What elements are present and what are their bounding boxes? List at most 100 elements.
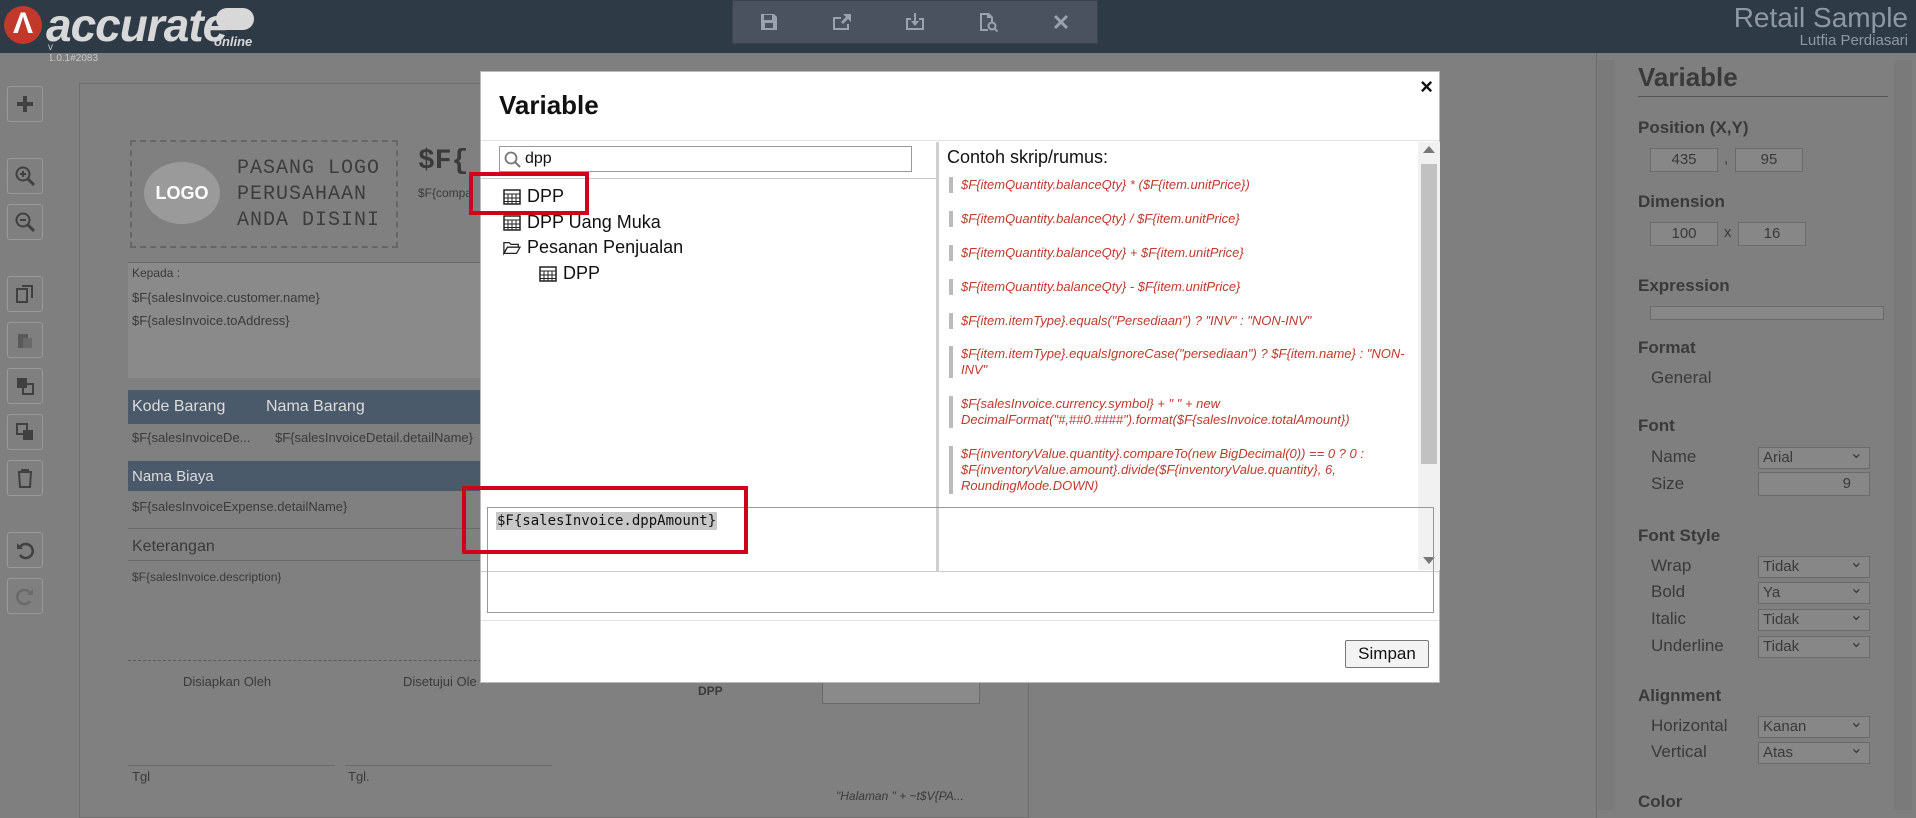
nama-biaya-label: Nama Biaya [132, 468, 214, 485]
example-item[interactable]: $F{itemQuantity.balanceQty} + $F{item.un… [949, 245, 1405, 261]
logo-mark-icon: Λ [4, 6, 42, 44]
customer-name-field[interactable]: $F{salesInvoice.customer.name} [132, 290, 320, 305]
expense-header-band: Nama Biaya [128, 461, 480, 491]
expression-label: Expression [1638, 276, 1730, 295]
horizontal-label: Horizontal [1651, 716, 1728, 735]
example-item[interactable]: $F{itemQuantity.balanceQty} - $F{item.un… [949, 279, 1405, 295]
add-element-button[interactable] [7, 86, 43, 122]
logo-placeholder[interactable]: LOGO PASANG LOGO PERUSAHAAN ANDA DISINI [130, 140, 398, 248]
dimension-height-input[interactable]: 16 [1738, 222, 1806, 246]
underline-label: Underline [1651, 636, 1724, 655]
calculator-icon [503, 214, 521, 231]
item-name-field[interactable]: $F{salesInvoiceDetail.detailName} [275, 430, 473, 445]
send-back-button[interactable] [7, 414, 43, 450]
panel-title: Variable [1638, 62, 1738, 92]
tree-item-pesanan-penjualan[interactable]: Pesanan Penjualan [503, 237, 683, 258]
expression-text[interactable]: $F{salesInvoice.dppAmount} [496, 512, 718, 530]
example-item[interactable]: $F{itemQuantity.balanceQty} * ($F{item.u… [949, 177, 1405, 193]
wrap-select[interactable]: Tidak [1758, 553, 1870, 578]
preview-icon[interactable] [974, 8, 1002, 36]
dimension-width-input[interactable]: 100 [1650, 222, 1718, 246]
version-label: v 1.0.1#2083 [48, 42, 99, 64]
sign-line-2 [345, 765, 552, 766]
panel-scrollbar-left[interactable] [1598, 60, 1614, 810]
example-item[interactable]: $F{item.itemType}.equalsIgnoreCase("pers… [949, 346, 1405, 378]
example-item[interactable]: $F{salesInvoice.currency.symbol} + " " +… [949, 396, 1405, 428]
variable-search[interactable] [499, 146, 912, 172]
position-separator: , [1724, 150, 1729, 167]
description-field[interactable]: $F{salesInvoice.description} [132, 570, 281, 584]
examples-scrollbar[interactable] [1418, 142, 1440, 570]
company-field[interactable]: $F{ [418, 146, 468, 177]
font-name-select[interactable]: Arial [1758, 444, 1870, 469]
dpp-value-field[interactable] [822, 680, 980, 704]
scroll-up-icon[interactable] [1423, 146, 1435, 153]
company-sub-field[interactable]: $F{compa [418, 186, 472, 200]
calculator-icon [503, 188, 521, 205]
divider [128, 560, 480, 561]
dpp-label: DPP [698, 684, 723, 698]
tree-item-pesanan-dpp[interactable]: DPP [539, 263, 600, 284]
col-nama-barang: Nama Barang [266, 398, 365, 415]
save-icon[interactable] [755, 8, 783, 36]
bold-label: Bold [1651, 582, 1686, 601]
expense-name-field[interactable]: $F{salesInvoiceExpense.detailName} [132, 499, 347, 514]
scroll-thumb[interactable] [1421, 164, 1437, 464]
tree-item-dpp[interactable]: DPP [503, 186, 564, 207]
tree-divider [481, 178, 936, 179]
close-icon[interactable]: × [1420, 74, 1433, 100]
keterangan-label: Keterangan [132, 538, 215, 555]
font-label: Font [1638, 416, 1675, 435]
top-bar: Λ accurate online v 1.0.1#2083 Retail Sa… [0, 0, 1916, 64]
save-button[interactable]: Simpan [1345, 640, 1429, 668]
expression-input[interactable] [1650, 306, 1884, 320]
font-size-label: Size [1651, 474, 1685, 493]
item-code-field[interactable]: $F{salesInvoiceDe... [132, 430, 251, 445]
vertical-align-select[interactable]: Atas [1758, 739, 1870, 764]
tree-item-label: DPP Uang Muka [527, 212, 661, 232]
footer-divider [481, 620, 1439, 621]
close-icon[interactable] [1047, 8, 1075, 36]
format-value[interactable]: General [1651, 368, 1711, 388]
zoom-in-button[interactable] [7, 158, 43, 194]
italic-label: Italic [1651, 609, 1686, 628]
redo-button[interactable] [7, 578, 43, 614]
delete-button[interactable] [7, 460, 43, 496]
font-size-input[interactable]: 9 [1758, 472, 1870, 496]
kepada-label: Kepada : [132, 266, 181, 280]
page-number-field[interactable]: "Halaman " + ~t$V{PA... [836, 789, 964, 803]
expression-editor[interactable]: $F{salesInvoice.dppAmount} [487, 507, 1434, 613]
zoom-out-button[interactable] [7, 204, 43, 240]
example-item[interactable]: $F{itemQuantity.balanceQty} / $F{item.un… [949, 211, 1405, 227]
tree-item-dpp-uang-muka[interactable]: DPP Uang Muka [503, 212, 661, 233]
search-input[interactable] [525, 149, 905, 169]
search-icon [504, 151, 521, 168]
bold-select[interactable]: Ya [1758, 579, 1870, 604]
example-item[interactable]: $F{item.itemType}.equals("Persediaan") ?… [949, 313, 1405, 329]
tree-item-label: Pesanan Penjualan [527, 237, 684, 257]
logo-placeholder-text: PASANG LOGO PERUSAHAAN ANDA DISINI [237, 157, 381, 232]
export-icon[interactable] [828, 8, 856, 36]
italic-select[interactable]: Tidak [1758, 606, 1870, 631]
underline-select[interactable]: Tidak [1758, 633, 1870, 658]
copy-button[interactable] [7, 276, 43, 312]
left-toolbar [0, 53, 50, 818]
vertical-label: Vertical [1651, 742, 1707, 761]
undo-button[interactable] [7, 532, 43, 568]
paste-button[interactable] [7, 322, 43, 358]
company-header: Retail Sample Lutfia Perdiasari [1734, 2, 1908, 49]
to-address-field[interactable]: $F{salesInvoice.toAddress} [132, 313, 290, 328]
variable-dialog: Variable × DPP DPP Uang Muka Pesanan Pen… [480, 71, 1440, 683]
example-item[interactable]: $F{inventoryValue.quantity}.compareTo(ne… [949, 446, 1405, 494]
position-y-input[interactable]: 95 [1735, 148, 1803, 172]
bring-front-button[interactable] [7, 368, 43, 404]
horizontal-align-select[interactable]: Kanan [1758, 713, 1870, 738]
font-style-label: Font Style [1638, 526, 1721, 545]
position-x-input[interactable]: 435 [1650, 148, 1718, 172]
disetujui-label: Disetujui Ole [403, 674, 477, 689]
panel-scrollbar-right[interactable] [1894, 60, 1912, 810]
top-toolbar [732, 0, 1098, 44]
import-icon[interactable] [901, 8, 929, 36]
tree-item-label: DPP [527, 186, 565, 206]
sign-line-1 [128, 765, 335, 766]
